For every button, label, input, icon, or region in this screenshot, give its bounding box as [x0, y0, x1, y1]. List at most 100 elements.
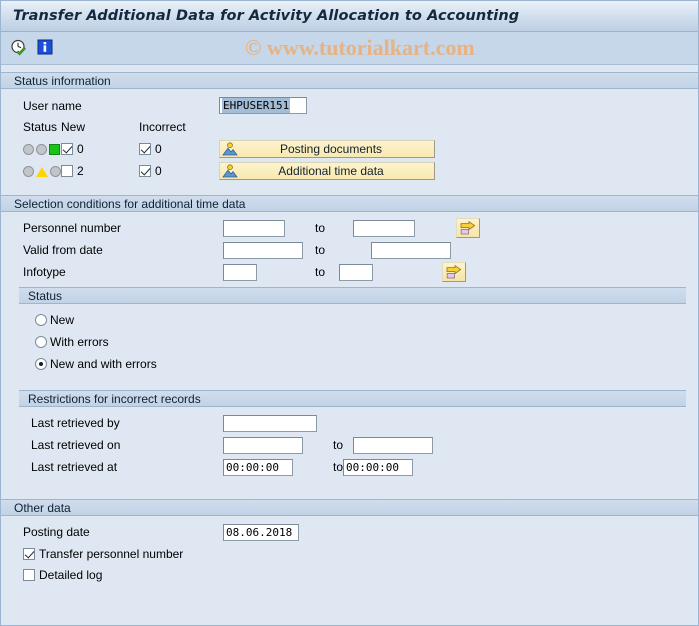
column-header-incorrect: Incorrect	[139, 120, 186, 134]
sap-transaction-window: Transfer Additional Data for Activity Al…	[0, 0, 699, 626]
radio-with-errors-label: With errors	[50, 335, 109, 349]
radio-new-and-with-errors[interactable]	[35, 358, 47, 370]
new-count-green: 0	[77, 142, 84, 156]
status-row-green: 0 0 Posting documents	[1, 138, 698, 160]
personnel-number-from-input[interactable]	[223, 219, 285, 237]
radio-new-label: New	[50, 313, 75, 327]
column-header-status: Status	[23, 120, 58, 134]
detailed-log-checkbox[interactable]	[23, 568, 35, 581]
personnel-number-to-input[interactable]	[353, 219, 415, 237]
additional-time-data-label: Additional time data	[278, 164, 384, 178]
transfer-personnel-number-label: Transfer personnel number	[39, 546, 184, 561]
infotype-from-input[interactable]	[223, 263, 257, 281]
radio-with-errors[interactable]	[35, 336, 47, 348]
incorrect-cell-yellow: 0	[139, 164, 219, 178]
posting-date-label: Posting date	[23, 525, 90, 539]
status-lamp-green	[1, 143, 61, 155]
incorrect-checkbox-green[interactable]	[139, 143, 151, 155]
section-header-label: Selection conditions for additional time…	[14, 196, 246, 211]
infotype-to-input[interactable]	[339, 263, 373, 281]
status-table-header-row: Status New Incorrect	[1, 116, 698, 138]
detailed-log-label: Detailed log	[39, 567, 103, 582]
valid-from-date-from-input[interactable]	[223, 241, 303, 259]
transfer-personnel-number-checkbox[interactable]	[23, 547, 35, 560]
restrictions-group-header-label: Restrictions for incorrect records	[28, 391, 201, 406]
lamp-yellow-on	[36, 167, 48, 177]
status-radio-group: Status New With errors New and with erro…	[19, 287, 686, 381]
status-lamp-yellow	[1, 165, 61, 177]
transfer-personnel-number-row[interactable]: Transfer personnel number	[1, 543, 698, 564]
new-count-yellow: 2	[77, 164, 84, 178]
last-retrieved-at-from-input[interactable]: 00:00:00	[223, 458, 293, 476]
infotype-label: Infotype	[23, 265, 66, 279]
last-retrieved-on-to-input[interactable]	[353, 436, 433, 454]
posting-documents-button[interactable]: Posting documents	[219, 140, 435, 158]
status-information-section: Status information User name EHPUSER151 …	[1, 72, 698, 188]
radio-new-and-with-errors-label: New and with errors	[50, 357, 157, 371]
incorrect-checkbox-yellow[interactable]	[139, 165, 151, 177]
user-name-row: User name EHPUSER151	[1, 95, 698, 116]
last-retrieved-by-input[interactable]	[223, 414, 317, 432]
status-group-body: New With errors New and with errors	[19, 304, 686, 381]
last-retrieved-on-from-input[interactable]	[223, 436, 303, 454]
section-header-label: Status information	[14, 73, 111, 88]
status-row-yellow: 2 0 Additional time data	[1, 160, 698, 182]
column-header-new: New	[61, 120, 86, 134]
valid-from-date-row: Valid from date to	[1, 239, 698, 261]
last-retrieved-on-row: Last retrieved on to	[19, 434, 686, 456]
lamp-off-2	[36, 143, 47, 155]
selection-conditions-body: Personnel number to Valid from date to I…	[1, 212, 698, 490]
detailed-log-row[interactable]: Detailed log	[1, 564, 698, 585]
new-cell-green: 0	[61, 142, 139, 156]
page-title: Transfer Additional Data for Activity Al…	[13, 8, 520, 24]
selection-conditions-header: Selection conditions for additional time…	[1, 195, 698, 212]
posting-documents-label: Posting documents	[279, 142, 383, 156]
additional-time-data-button[interactable]: Additional time data	[219, 162, 435, 180]
status-group-header-label: Status	[28, 288, 63, 303]
personnel-number-row: Personnel number to	[1, 217, 698, 239]
restrictions-group-body: Last retrieved by Last retrieved on to L…	[19, 407, 686, 484]
last-retrieved-at-label: Last retrieved at	[31, 460, 118, 474]
status-information-header: Status information	[1, 72, 698, 89]
personnel-number-multi-select-button[interactable]	[456, 218, 480, 238]
to-label-4: to	[333, 438, 344, 452]
multi-select-arrow-icon	[460, 221, 476, 235]
to-label-3: to	[315, 265, 326, 279]
to-label-5: to	[333, 460, 344, 474]
infotype-multi-select-button[interactable]	[442, 262, 466, 282]
incorrect-count-green: 0	[155, 142, 162, 156]
last-retrieved-on-label: Last retrieved on	[31, 438, 121, 452]
status-information-body: User name EHPUSER151 Status New Incorrec…	[1, 89, 698, 188]
user-name-input[interactable]: EHPUSER151	[219, 97, 307, 114]
other-data-header: Other data	[1, 499, 698, 516]
posting-date-row: Posting date 08.06.2018	[1, 521, 698, 543]
valid-from-date-to-input[interactable]	[371, 241, 451, 259]
info-icon[interactable]	[37, 39, 55, 57]
last-retrieved-at-row: Last retrieved at 00:00:00 to 00:00:00	[19, 456, 686, 478]
status-group-header: Status	[19, 287, 686, 304]
new-checkbox-green[interactable]	[61, 143, 73, 155]
window-titlebar: Transfer Additional Data for Activity Al…	[1, 1, 698, 32]
new-checkbox-yellow[interactable]	[61, 165, 73, 177]
other-data-body: Posting date 08.06.2018 Transfer personn…	[1, 516, 698, 591]
clock-check-icon[interactable]	[10, 39, 28, 57]
radio-new[interactable]	[35, 314, 47, 326]
restrictions-group-header: Restrictions for incorrect records	[19, 390, 686, 407]
last-retrieved-at-to-input[interactable]: 00:00:00	[343, 458, 413, 476]
lamp-off-4	[50, 165, 61, 177]
infotype-row: Infotype to	[1, 261, 698, 283]
watermark-text: © www.tutorialkart.com	[245, 35, 475, 60]
application-toolbar: © www.tutorialkart.com	[1, 32, 698, 65]
last-retrieved-by-label: Last retrieved by	[31, 416, 120, 430]
radio-row-new[interactable]: New	[19, 309, 686, 331]
other-data-section: Other data Posting date 08.06.2018 Trans…	[1, 499, 698, 591]
section-header-label: Other data	[14, 500, 71, 515]
restrictions-group: Restrictions for incorrect records Last …	[19, 390, 686, 484]
lamp-green-on	[49, 143, 60, 155]
lamp-off-1	[23, 143, 34, 155]
radio-row-with-errors[interactable]: With errors	[19, 331, 686, 353]
radio-row-new-and-with-errors[interactable]: New and with errors	[19, 353, 686, 375]
to-label-2: to	[315, 243, 326, 257]
user-name-value: EHPUSER151	[222, 98, 291, 113]
posting-date-input[interactable]: 08.06.2018	[223, 523, 299, 541]
